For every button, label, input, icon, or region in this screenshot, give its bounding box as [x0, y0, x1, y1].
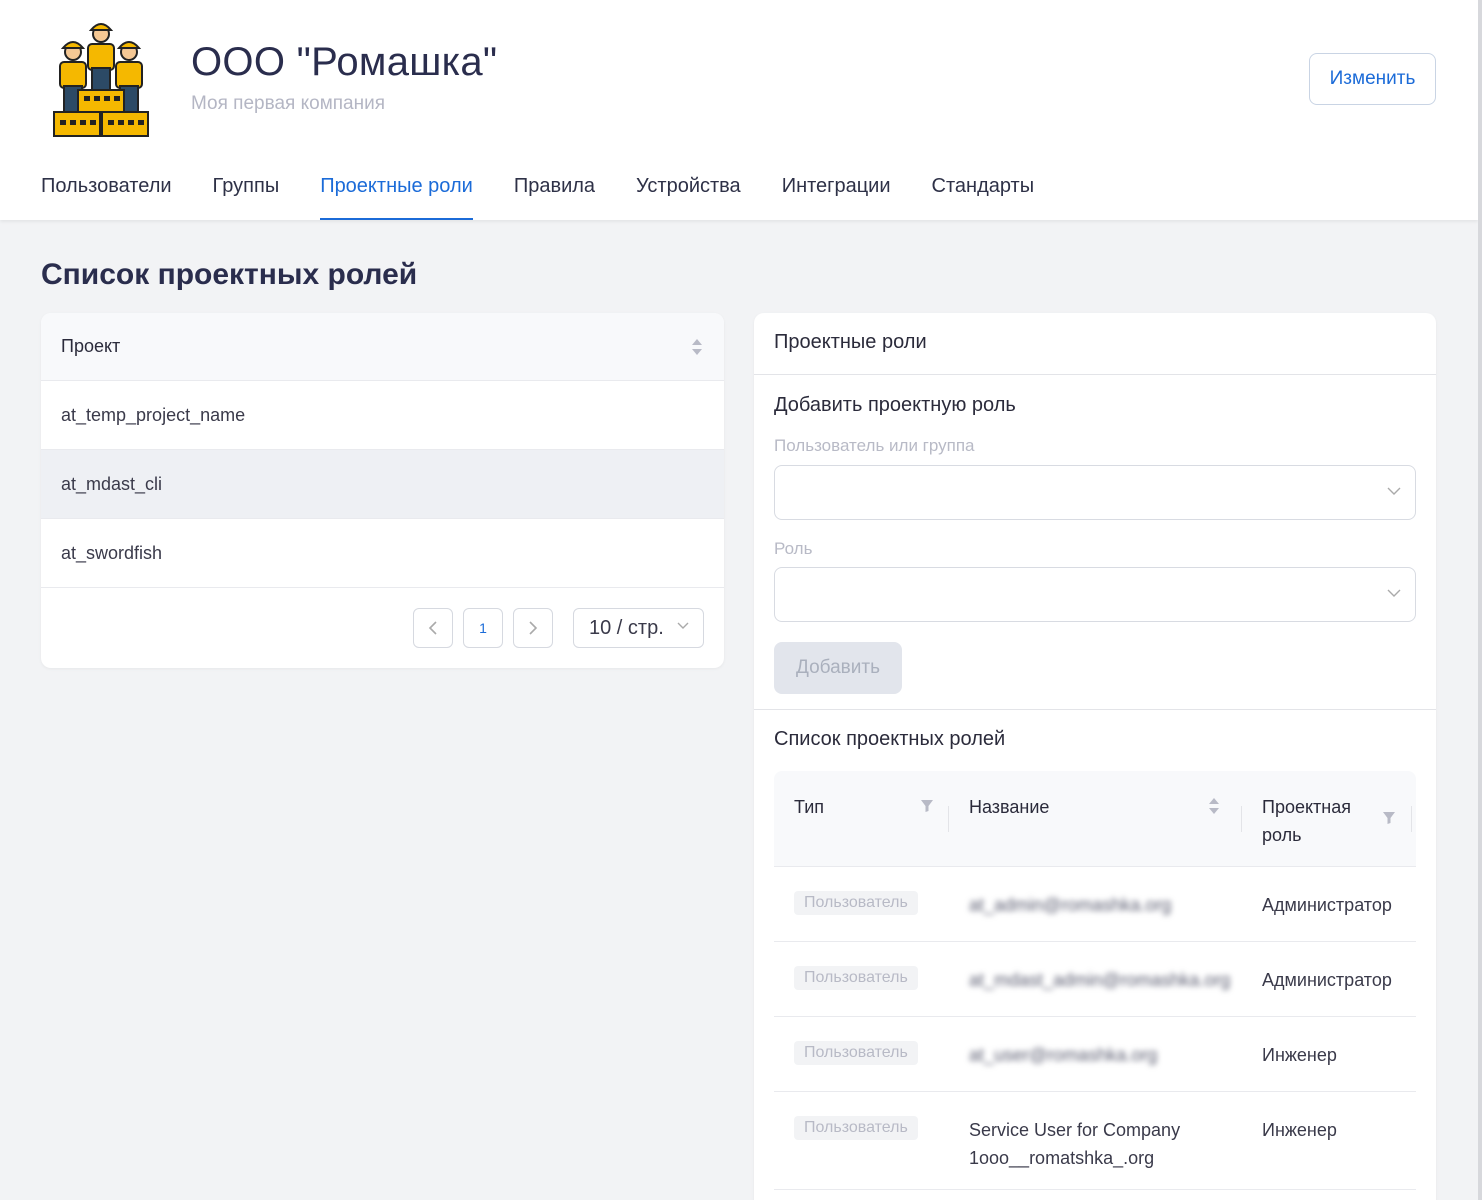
chevron-down-icon: [1387, 487, 1401, 495]
member-role: Администратор: [1262, 970, 1392, 990]
column-project-role-line1: Проектная: [1262, 797, 1351, 817]
tab-devices[interactable]: Устройства: [636, 175, 741, 220]
company-name: ООО "Ромашка": [191, 40, 498, 84]
type-badge: Пользователь: [794, 1041, 918, 1065]
edit-company-button[interactable]: Изменить: [1309, 53, 1436, 105]
role-label: Роль: [774, 539, 813, 558]
sort-icon[interactable]: [691, 338, 703, 356]
filter-icon[interactable]: [1382, 811, 1396, 825]
chevron-right-icon: [529, 621, 538, 635]
member-name: Service User for Company 1ooo__romatshka…: [969, 1116, 1180, 1172]
column-project-role[interactable]: Проектная роль: [1262, 793, 1351, 849]
chevron-left-icon: [428, 621, 437, 635]
member-name: at_admin@romashka.org: [969, 895, 1172, 915]
type-badge: Пользователь: [794, 1116, 918, 1140]
column-divider: [1411, 806, 1412, 832]
filter-icon[interactable]: [920, 799, 934, 813]
column-type[interactable]: Тип: [794, 793, 824, 821]
chevron-down-icon: [1387, 589, 1401, 597]
tab-project-roles[interactable]: Проектные роли: [320, 175, 473, 220]
projects-column-label: Проект: [61, 336, 121, 356]
type-badge: Пользователь: [794, 966, 918, 990]
member-role: Администратор: [1262, 895, 1392, 915]
sort-icon[interactable]: [1208, 797, 1220, 815]
page-number-button[interactable]: 1: [463, 608, 503, 648]
table-row[interactable]: Пользователь Service User for Company 1o…: [774, 1092, 1416, 1190]
chevron-down-icon: [677, 622, 689, 629]
roles-list-title: Список проектных ролей: [774, 728, 1006, 750]
tab-users[interactable]: Пользователи: [41, 175, 172, 220]
member-name-line2: 1ooo__romatshka_.org: [969, 1148, 1155, 1168]
tab-rules[interactable]: Правила: [514, 175, 595, 220]
member-name: at_mdast_admin@romashka.org: [969, 970, 1231, 990]
user-group-label: Пользователь или группа: [774, 436, 975, 455]
member-role: Инженер: [1262, 1120, 1337, 1140]
page-title: Список проектных ролей: [41, 258, 418, 291]
projects-table: Проект at_temp_project_name at_mdast_cli…: [41, 313, 724, 668]
table-row[interactable]: Пользователь at_admin@romashka.org Админ…: [774, 867, 1416, 942]
add-role-title: Добавить проектную роль: [774, 394, 1016, 416]
page-size-value: 10 / стр.: [589, 616, 664, 639]
company-subtitle: Моя первая компания: [191, 93, 386, 114]
project-roles-panel: Проектные роли Добавить проектную роль П…: [754, 313, 1436, 1200]
projects-column-header[interactable]: Проект: [41, 313, 724, 381]
type-badge: Пользователь: [794, 891, 918, 915]
column-divider: [1241, 806, 1242, 832]
table-row[interactable]: Пользователь at_mdast_admin@romashka.org…: [774, 942, 1416, 1017]
project-row[interactable]: at_swordfish: [41, 519, 724, 588]
member-name-line1: Service User for Company: [969, 1120, 1181, 1140]
user-group-select[interactable]: [774, 465, 1416, 520]
prev-page-button[interactable]: [413, 608, 453, 648]
section-tabs: Пользователи Группы Проектные роли Прави…: [41, 175, 1075, 220]
scrollbar[interactable]: [1478, 0, 1482, 1200]
add-role-button[interactable]: Добавить: [774, 642, 902, 694]
page-size-select[interactable]: 10 / стр.: [573, 608, 704, 648]
roles-table-header: Тип Название Проектная роль: [774, 771, 1416, 867]
divider: [754, 709, 1436, 710]
member-role: Инженер: [1262, 1045, 1337, 1065]
member-name: at_user@romashka.org: [969, 1045, 1158, 1065]
column-name[interactable]: Название: [969, 793, 1049, 821]
tab-standards[interactable]: Стандарты: [932, 175, 1035, 220]
tab-groups[interactable]: Группы: [213, 175, 280, 220]
column-project-role-line2: роль: [1262, 825, 1302, 845]
company-header: ООО "Ромашка" Моя первая компания Измени…: [0, 0, 1478, 220]
next-page-button[interactable]: [513, 608, 553, 648]
roles-table: Тип Название Проектная роль Пользователь…: [774, 771, 1416, 1190]
tab-integrations[interactable]: Интеграции: [782, 175, 891, 220]
table-row[interactable]: Пользователь at_user@romashka.org Инжене…: [774, 1017, 1416, 1092]
column-divider: [948, 806, 949, 832]
role-select[interactable]: [774, 567, 1416, 622]
panel-title: Проектные роли: [754, 313, 1436, 375]
company-logo-icon: [53, 23, 149, 137]
pagination: 1 10 / стр.: [413, 608, 704, 648]
project-row[interactable]: at_temp_project_name: [41, 381, 724, 450]
project-row[interactable]: at_mdast_cli: [41, 450, 724, 519]
